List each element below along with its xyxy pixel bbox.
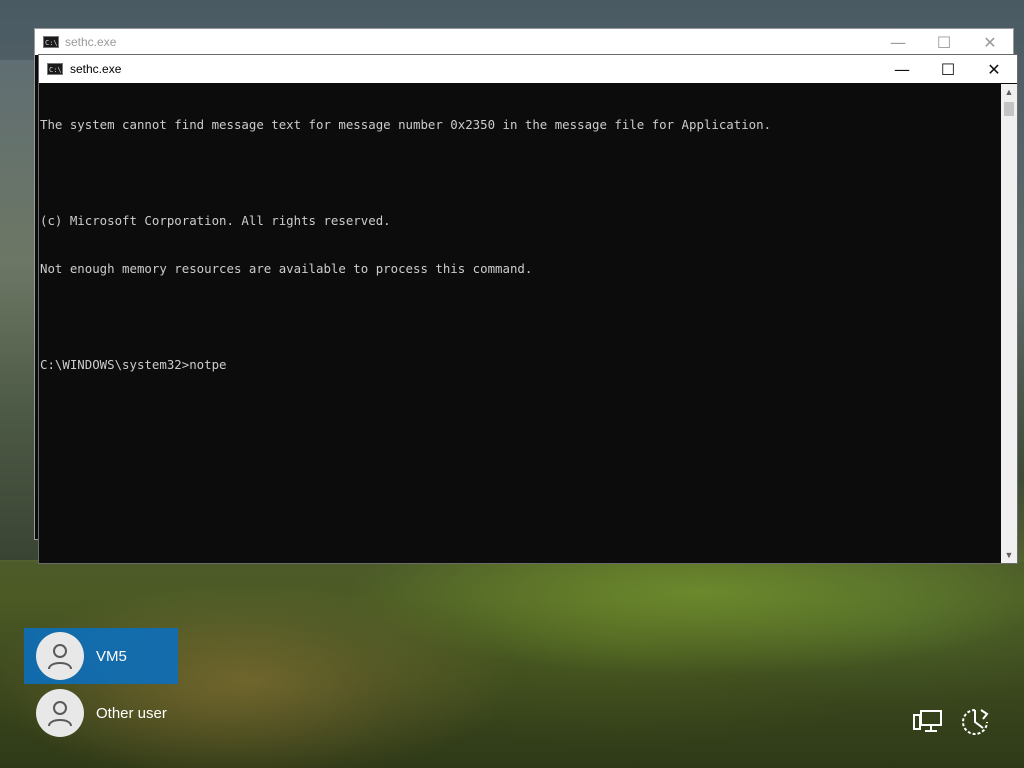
user-avatar-icon (36, 632, 84, 680)
wallpaper-strip (0, 60, 38, 560)
scroll-up-arrow-icon[interactable]: ▲ (1001, 84, 1017, 100)
background-maximize-button[interactable]: ☐ (921, 29, 967, 55)
background-close-button[interactable]: ✕ (967, 29, 1013, 55)
console-titlebar[interactable]: C:\ sethc.exe — ☐ ✕ (39, 55, 1017, 83)
background-minimize-button[interactable]: — (875, 29, 921, 55)
console-line: (c) Microsoft Corporation. All rights re… (40, 213, 391, 228)
console-line: ​ (40, 165, 1001, 181)
ease-of-access-icon[interactable] (958, 705, 992, 739)
console-prompt-line[interactable]: C:\WINDOWS\system32>notpe (40, 357, 1001, 373)
scroll-thumb[interactable] (1004, 102, 1014, 116)
minimize-button[interactable]: — (879, 55, 925, 83)
window-title: sethc.exe (70, 62, 122, 76)
console-output[interactable]: The system cannot find message text for … (39, 84, 1001, 563)
maximize-button[interactable]: ☐ (925, 55, 971, 83)
vertical-scrollbar[interactable]: ▲ ▼ (1001, 84, 1017, 563)
console-line: ​ (40, 309, 1001, 325)
cmd-icon: C:\ (43, 36, 59, 48)
network-icon[interactable] (911, 706, 945, 740)
cmd-icon: C:\ (47, 63, 63, 75)
scroll-down-arrow-icon[interactable]: ▼ (1001, 547, 1017, 563)
background-window-title: sethc.exe (65, 35, 117, 49)
console-window[interactable]: C:\ sethc.exe — ☐ ✕ The system cannot fi… (38, 54, 1018, 564)
user-tile-other[interactable]: Other user (24, 685, 178, 741)
user-tile-vm5[interactable]: VM5 (24, 628, 178, 684)
background-titlebar[interactable]: C:\ sethc.exe — ☐ ✕ (35, 29, 1013, 55)
close-button[interactable]: ✕ (971, 55, 1017, 83)
user-avatar-icon (36, 689, 84, 737)
console-line: The system cannot find message text for … (40, 117, 772, 132)
console-line: Not enough memory resources are availabl… (40, 261, 533, 276)
user-name: Other user (96, 704, 167, 722)
user-name: VM5 (96, 647, 127, 665)
